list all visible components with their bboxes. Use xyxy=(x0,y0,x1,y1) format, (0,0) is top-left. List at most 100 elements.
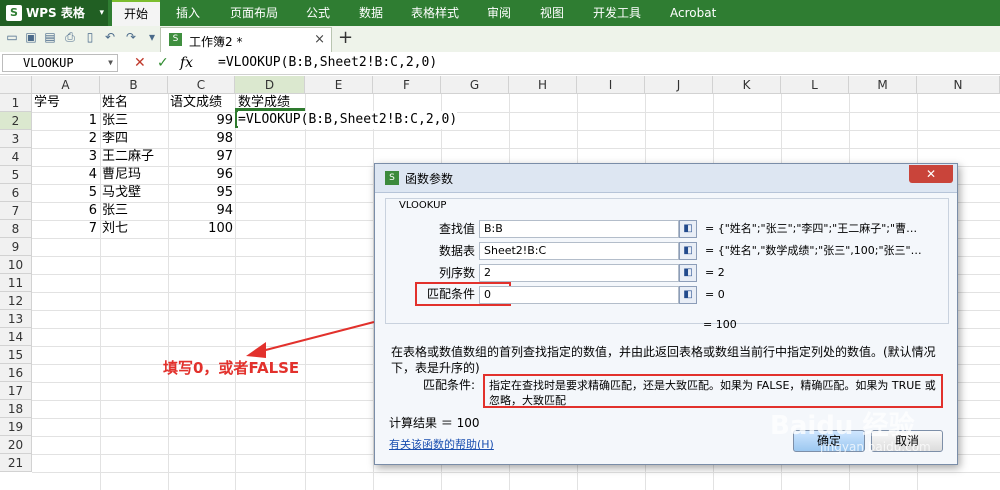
select-all-corner[interactable] xyxy=(0,76,32,94)
cell-b1[interactable]: 姓名 xyxy=(102,94,128,112)
row-header[interactable]: 5 xyxy=(0,166,32,184)
column-header[interactable]: D xyxy=(235,76,305,94)
cell-c1[interactable]: 语文成绩 xyxy=(170,94,222,112)
name-box[interactable]: VLOOKUP ▼ xyxy=(2,54,118,72)
save-icon[interactable]: ▣ xyxy=(24,30,38,44)
help-link[interactable]: 有关该函数的帮助(H) xyxy=(389,436,494,452)
cell-id[interactable]: 5 xyxy=(32,184,97,202)
menu-view[interactable]: 视图 xyxy=(540,0,564,26)
cell-score[interactable]: 97 xyxy=(168,148,233,166)
row-header[interactable]: 1 xyxy=(0,94,32,112)
cell-name[interactable]: 曹尼玛 xyxy=(102,166,141,184)
row-header[interactable]: 20 xyxy=(0,436,32,454)
cell-id[interactable]: 3 xyxy=(32,148,97,166)
row-header[interactable]: 18 xyxy=(0,400,32,418)
menu-formula[interactable]: 公式 xyxy=(306,0,330,26)
cell-id[interactable]: 6 xyxy=(32,202,97,220)
cell-score[interactable]: 98 xyxy=(168,130,233,148)
cell-a1[interactable]: 学号 xyxy=(34,94,60,112)
redo-icon[interactable]: ↷ xyxy=(124,30,138,44)
range-lookup-input[interactable]: 0 xyxy=(479,286,679,304)
cell-id[interactable]: 7 xyxy=(32,220,97,238)
menu-developer[interactable]: 开发工具 xyxy=(593,0,641,26)
lookup-value-input[interactable]: B:B xyxy=(479,220,679,238)
new-tab-icon[interactable]: + xyxy=(338,28,353,48)
column-header[interactable]: C xyxy=(168,76,235,94)
row-header[interactable]: 14 xyxy=(0,328,32,346)
column-header[interactable]: E xyxy=(305,76,373,94)
menu-review[interactable]: 审阅 xyxy=(487,0,511,26)
close-tab-icon[interactable]: × xyxy=(314,32,325,47)
range-select-icon[interactable]: ◧ xyxy=(679,286,697,304)
range-select-icon[interactable]: ◧ xyxy=(679,242,697,260)
menu-insert[interactable]: 插入 xyxy=(176,0,200,26)
row-header[interactable]: 17 xyxy=(0,382,32,400)
column-header[interactable]: N xyxy=(917,76,1000,94)
row-header[interactable]: 10 xyxy=(0,256,32,274)
export-pdf-icon[interactable]: ▤ xyxy=(43,30,57,44)
column-header[interactable]: I xyxy=(577,76,645,94)
menu-page-layout[interactable]: 页面布局 xyxy=(230,0,278,26)
menu-acrobat[interactable]: Acrobat xyxy=(670,0,716,26)
confirm-icon[interactable]: ✓ xyxy=(157,54,169,72)
range-select-icon[interactable]: ◧ xyxy=(679,264,697,282)
column-header[interactable]: M xyxy=(849,76,917,94)
row-header[interactable]: 3 xyxy=(0,130,32,148)
column-header[interactable]: F xyxy=(373,76,441,94)
column-header[interactable]: L xyxy=(781,76,849,94)
row-header[interactable]: 16 xyxy=(0,364,32,382)
column-header[interactable]: J xyxy=(645,76,713,94)
param-result: = 2 xyxy=(705,266,725,279)
row-header[interactable]: 8 xyxy=(0,220,32,238)
insert-function-icon[interactable]: fx xyxy=(180,54,193,72)
row-header[interactable]: 4 xyxy=(0,148,32,166)
cell-name[interactable]: 马戈壁 xyxy=(102,184,141,202)
print-icon[interactable]: ⎙ xyxy=(63,30,77,44)
formula-input[interactable]: =VLOOKUP(B:B,Sheet2!B:C,2,0) xyxy=(218,54,437,72)
cell-score[interactable]: 96 xyxy=(168,166,233,184)
close-button[interactable]: ✕ xyxy=(909,165,953,183)
chevron-down-icon[interactable]: ▼ xyxy=(108,55,113,71)
cell-d2-editing[interactable]: =VLOOKUP(B:B,Sheet2!B:C,2,0) xyxy=(238,111,458,129)
undo-icon[interactable]: ↶ xyxy=(103,30,117,44)
document-tab[interactable]: S 工作簿2 * × xyxy=(160,27,332,52)
column-header[interactable]: G xyxy=(441,76,509,94)
row-header[interactable]: 9 xyxy=(0,238,32,256)
range-select-icon[interactable]: ◧ xyxy=(679,220,697,238)
cell-id[interactable]: 1 xyxy=(32,112,97,130)
print-preview-icon[interactable]: ▯ xyxy=(83,30,97,44)
menu-data[interactable]: 数据 xyxy=(359,0,383,26)
row-header[interactable]: 19 xyxy=(0,418,32,436)
row-header[interactable]: 21 xyxy=(0,454,32,472)
cell-id[interactable]: 2 xyxy=(32,130,97,148)
column-header[interactable]: H xyxy=(509,76,577,94)
column-header[interactable]: B xyxy=(100,76,168,94)
cell-name[interactable]: 王二麻子 xyxy=(102,148,154,166)
row-header[interactable]: 6 xyxy=(0,184,32,202)
cell-score[interactable]: 95 xyxy=(168,184,233,202)
cell-name[interactable]: 张三 xyxy=(102,112,128,130)
row-header[interactable]: 7 xyxy=(0,202,32,220)
cell-score[interactable]: 100 xyxy=(168,220,233,238)
cell-score[interactable]: 99 xyxy=(168,112,233,130)
cell-name[interactable]: 刘七 xyxy=(102,220,128,238)
cell-score[interactable]: 94 xyxy=(168,202,233,220)
cell-name[interactable]: 李四 xyxy=(102,130,128,148)
column-header[interactable]: A xyxy=(32,76,100,94)
col-index-input[interactable]: 2 xyxy=(479,264,679,282)
app-menu-button[interactable]: S WPS 表格 ▾ xyxy=(0,0,108,26)
cell-id[interactable]: 4 xyxy=(32,166,97,184)
menu-table-style[interactable]: 表格样式 xyxy=(411,0,459,26)
cell-name[interactable]: 张三 xyxy=(102,202,128,220)
open-folder-icon[interactable]: ▭ xyxy=(5,30,19,44)
row-header[interactable]: 13 xyxy=(0,310,32,328)
cancel-icon[interactable]: ✕ xyxy=(134,54,146,72)
menu-home[interactable]: 开始 xyxy=(112,0,160,26)
table-array-input[interactable]: Sheet2!B:C xyxy=(479,242,679,260)
column-header[interactable]: K xyxy=(713,76,781,94)
row-header[interactable]: 2 xyxy=(0,112,32,130)
row-header[interactable]: 15 xyxy=(0,346,32,364)
row-header[interactable]: 11 xyxy=(0,274,32,292)
customize-dropdown-icon[interactable]: ▾ xyxy=(145,30,159,44)
row-header[interactable]: 12 xyxy=(0,292,32,310)
